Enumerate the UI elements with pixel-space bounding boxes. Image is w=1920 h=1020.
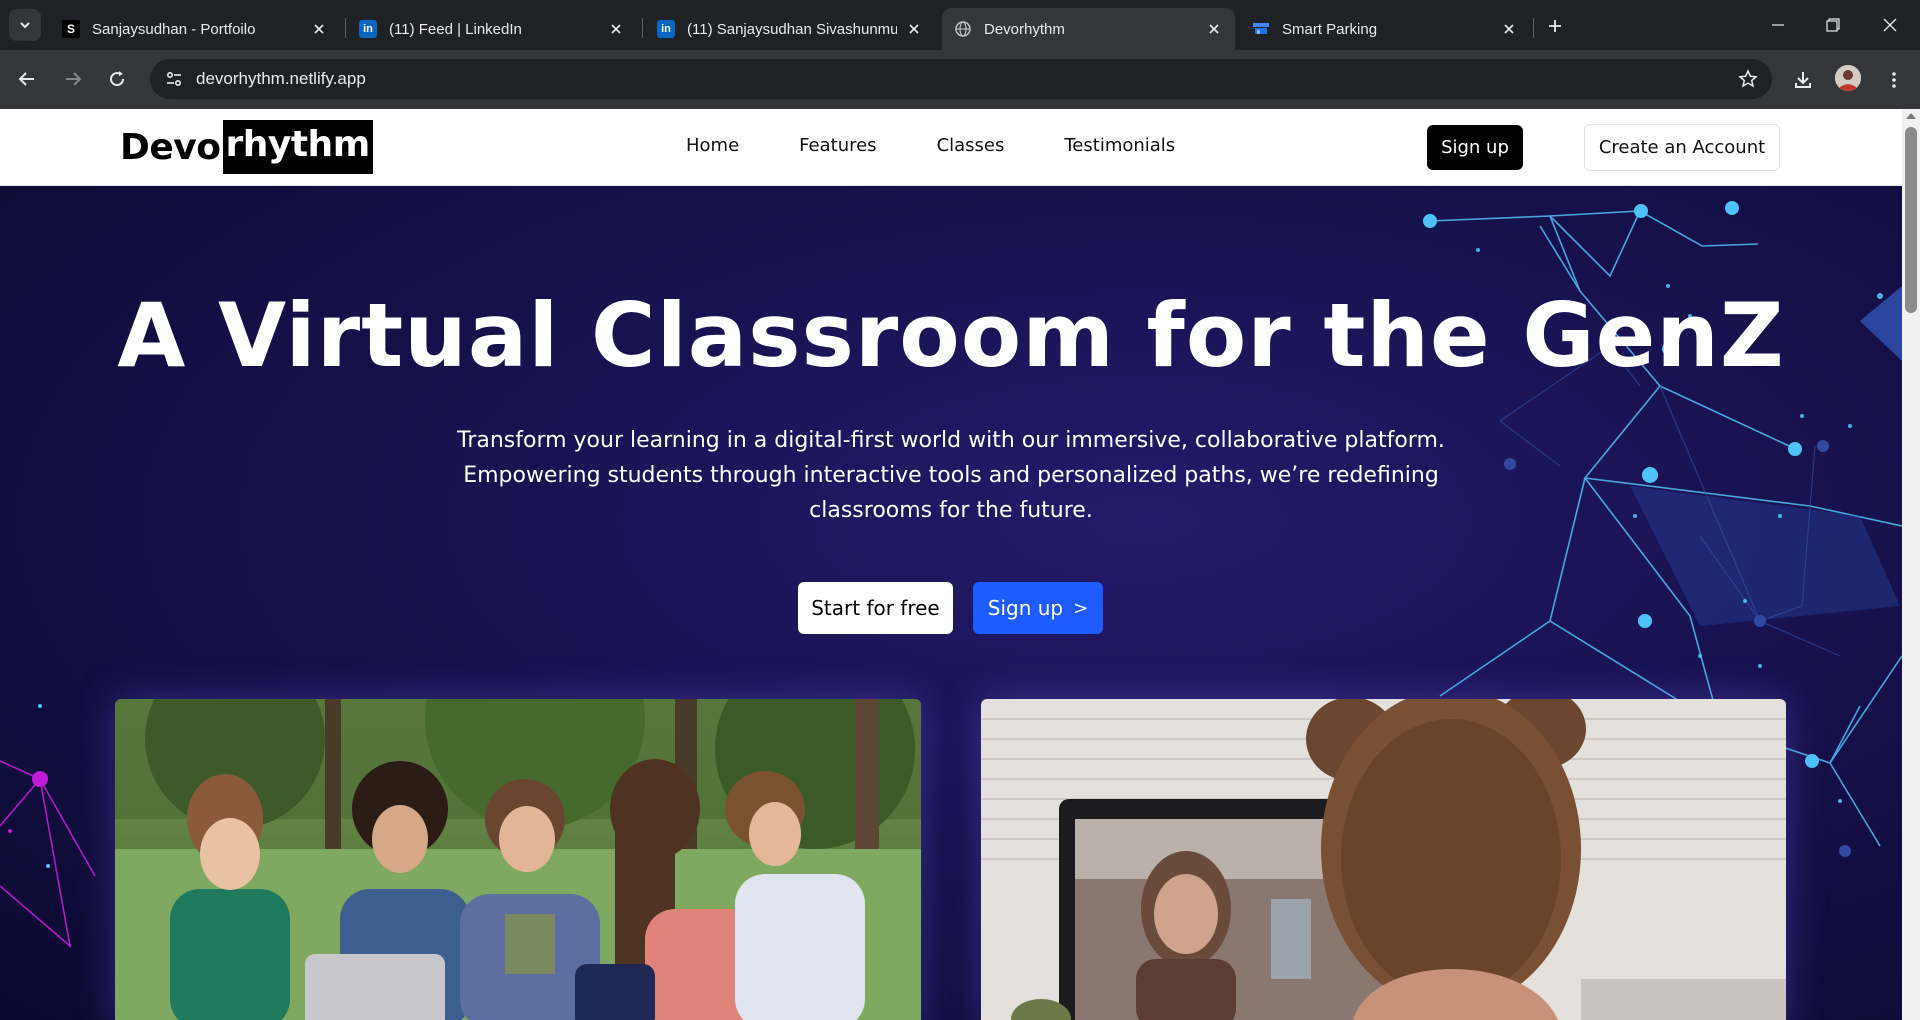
tab-separator	[642, 18, 643, 38]
tab-title: (11) Sanjaysudhan Sivashunmugam	[687, 20, 897, 38]
close-icon[interactable]	[607, 20, 625, 38]
arrow-right-icon	[66, 72, 82, 86]
close-icon[interactable]	[310, 20, 328, 38]
site-logo[interactable]: Devo rhythm	[120, 120, 373, 174]
browser-menu-button[interactable]	[1878, 64, 1910, 96]
tab-devorhythm[interactable]: Devorhythm	[942, 8, 1235, 50]
tab-search-button[interactable]	[9, 9, 41, 41]
reload-button[interactable]	[101, 63, 133, 95]
address-bar[interactable]: devorhythm.netlify.app	[150, 59, 1772, 99]
forward-button[interactable]	[57, 63, 89, 95]
tab-title: Sanjaysudhan - Portfoilo	[92, 20, 256, 38]
nav-link-testimonials[interactable]: Testimonials	[1064, 135, 1175, 156]
chevron-down-icon	[20, 22, 30, 29]
start-for-free-button[interactable]: Start for free	[798, 582, 953, 634]
avatar[interactable]	[1835, 65, 1861, 91]
url-text[interactable]: devorhythm.netlify.app	[196, 69, 366, 89]
hero-subtitle-line: Transform your learning in a digital-fir…	[457, 428, 1445, 453]
arrow-left-icon	[18, 72, 34, 86]
s-logo-icon: S	[62, 20, 80, 38]
page-scrollbar[interactable]	[1902, 109, 1920, 1020]
site-info-icon[interactable]	[160, 65, 188, 93]
more-vert-icon	[1892, 72, 1896, 88]
site-header: Devo rhythm Home Features Classes Testim…	[0, 109, 1902, 186]
tab-title: (11) Feed | LinkedIn	[389, 20, 522, 38]
chevron-right-icon: >	[1073, 597, 1089, 619]
logo-text-rhythm: rhythm	[222, 120, 373, 174]
students-outdoor-image	[115, 699, 921, 1020]
nav-link-classes[interactable]: Classes	[937, 135, 1005, 156]
downloads-button[interactable]	[1787, 64, 1819, 96]
close-icon[interactable]	[905, 20, 923, 38]
restore-icon	[1826, 18, 1840, 32]
reload-icon	[110, 71, 125, 87]
minimize-icon	[1772, 24, 1784, 26]
close-window-button[interactable]	[1870, 10, 1910, 40]
hero-subtitle-line: Empowering students through interactive …	[463, 463, 1439, 488]
nav-signup-button[interactable]: Sign up	[1427, 125, 1523, 170]
tab-linkedin-profile[interactable]: in (11) Sanjaysudhan Sivashunmugam	[645, 8, 935, 50]
create-account-button[interactable]: Create an Account	[1584, 124, 1780, 171]
close-icon[interactable]	[1205, 20, 1223, 38]
parking-icon	[1252, 20, 1270, 38]
plus-icon	[1549, 20, 1561, 32]
globe-icon	[954, 20, 972, 38]
logo-text-devo: Devo	[120, 126, 221, 168]
nav-link-features[interactable]: Features	[799, 135, 876, 156]
nav-link-home[interactable]: Home	[686, 135, 739, 156]
tab-portfolio[interactable]: S Sanjaysudhan - Portfoilo	[50, 8, 340, 50]
linkedin-icon: in	[657, 20, 675, 38]
page-viewport: A Virtual Classroom for the GenZ Transfo…	[0, 109, 1902, 1020]
tab-separator	[1533, 18, 1534, 38]
site-nav-links: Home Features Classes Testimonials	[686, 135, 1235, 156]
hero-section: A Virtual Classroom for the GenZ Transfo…	[0, 186, 1902, 1020]
minimize-button[interactable]	[1758, 10, 1798, 40]
hero-cta-row: Start for free Sign up >	[798, 582, 1103, 634]
tab-title: Smart Parking	[1282, 20, 1378, 38]
new-tab-button[interactable]	[1542, 13, 1568, 39]
tab-linkedin-feed[interactable]: in (11) Feed | LinkedIn	[347, 8, 637, 50]
scroll-up-arrow-icon[interactable]	[1906, 113, 1916, 119]
hero-subtitle: Transform your learning in a digital-fir…	[431, 423, 1471, 528]
browser-tab-strip: S Sanjaysudhan - Portfoilo in (11) Feed …	[0, 0, 1920, 50]
close-icon[interactable]	[1500, 20, 1518, 38]
back-button[interactable]	[11, 63, 43, 95]
close-icon	[1883, 18, 1897, 32]
tab-separator	[345, 18, 346, 38]
tab-smart-parking[interactable]: Smart Parking	[1240, 8, 1530, 50]
linkedin-icon: in	[359, 20, 377, 38]
restore-button[interactable]	[1813, 10, 1853, 40]
scrollbar-thumb[interactable]	[1905, 127, 1917, 313]
hero-title: A Virtual Classroom for the GenZ	[117, 284, 1785, 387]
hero-signup-label: Sign up	[987, 596, 1064, 620]
hero-signup-button[interactable]: Sign up >	[973, 582, 1103, 634]
hero-subtitle-line: classrooms for the future.	[809, 498, 1093, 523]
video-call-image	[981, 699, 1786, 1020]
browser-toolbar: devorhythm.netlify.app	[0, 50, 1920, 109]
download-icon	[1795, 72, 1811, 88]
bookmark-star-icon[interactable]	[1736, 67, 1760, 91]
tab-title: Devorhythm	[984, 20, 1065, 38]
